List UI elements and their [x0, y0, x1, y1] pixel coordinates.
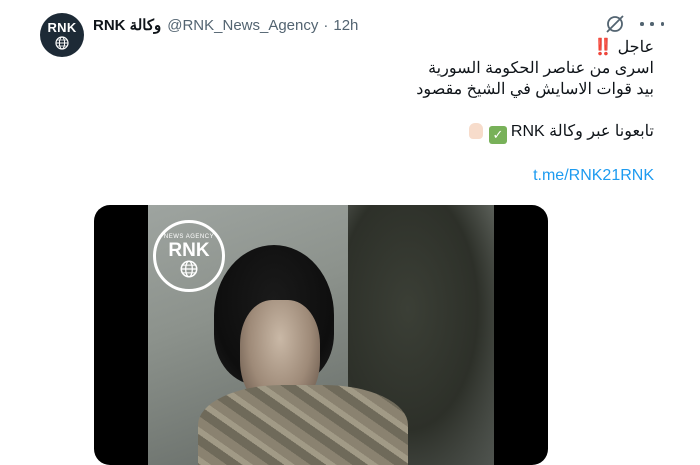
- avatar-text: RNK: [47, 19, 77, 35]
- video-player[interactable]: NEWS AGENCY RNK: [94, 205, 548, 465]
- urgent-label: عاجل: [617, 39, 654, 56]
- separator-dot: ·: [323, 16, 329, 34]
- video-frame[interactable]: NEWS AGENCY RNK: [148, 205, 494, 465]
- follow-text: تابعونا عبر وكالة RNK: [510, 123, 654, 140]
- globe-icon: [55, 35, 69, 50]
- urgent-line: عاجل ‼️: [94, 37, 654, 58]
- globe-icon: [180, 260, 198, 278]
- grok-icon[interactable]: [604, 13, 626, 35]
- tweet-header: RNK وكالة @RNK_News_Agency · 12h: [93, 14, 358, 36]
- follow-line: تابعونا عبر وكالة RNK✓: [94, 121, 654, 144]
- camouflage-clothing: [198, 385, 408, 465]
- tweet-line-1: اسرى من عناصر الحكومة السورية: [428, 60, 654, 77]
- avatar[interactable]: RNK: [40, 13, 84, 57]
- display-name[interactable]: RNK وكالة: [93, 16, 161, 34]
- tweet-text: عاجل ‼️ اسرى من عناصر الحكومة السورية بي…: [94, 37, 654, 186]
- tweet-line-2: بيد قوات الاسايش في الشيخ مقصود: [416, 81, 654, 98]
- rnk-watermark-logo: NEWS AGENCY RNK: [153, 220, 225, 292]
- check-mark-icon: ✓: [488, 126, 507, 144]
- telegram-link[interactable]: t.me/RNK21RNK: [533, 167, 654, 184]
- timestamp[interactable]: 12h: [333, 17, 358, 34]
- user-handle[interactable]: @RNK_News_Agency: [167, 17, 318, 34]
- double-exclamation-icon: ‼️: [593, 39, 614, 56]
- link-line: t.me/RNK21RNK: [94, 165, 654, 186]
- more-icon[interactable]: [640, 13, 664, 35]
- hand-icon: [468, 123, 483, 139]
